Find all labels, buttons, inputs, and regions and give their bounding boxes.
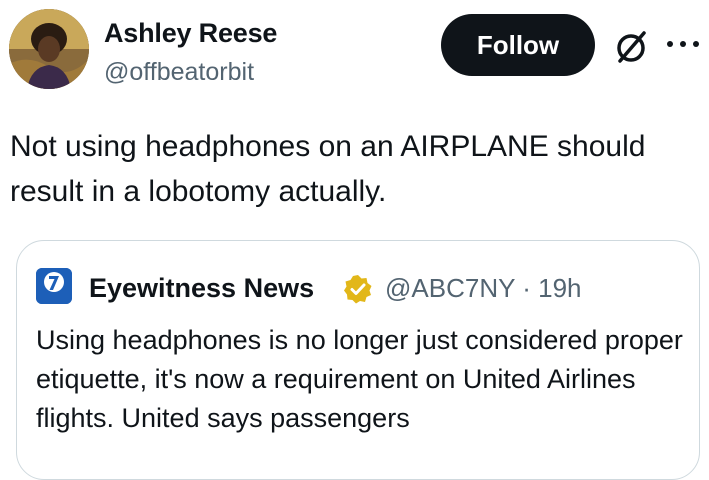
follow-button[interactable]: Follow	[441, 14, 595, 76]
avatar-photo	[9, 9, 89, 89]
grok-icon[interactable]	[612, 28, 652, 66]
quoted-author-name[interactable]: Eyewitness News	[89, 273, 314, 304]
more-options-icon[interactable]	[664, 38, 702, 50]
tweet-text: Not using headphones on an AIRPLANE shou…	[10, 130, 646, 208]
abc7ny-logo[interactable]	[36, 268, 72, 304]
abc7ny-logo-mark	[36, 268, 72, 304]
author-name[interactable]: Ashley Reese	[104, 18, 277, 49]
quoted-author-handle[interactable]: @ABC7NY	[385, 273, 515, 303]
author-handle[interactable]: @offbeatorbit	[104, 58, 254, 87]
author-avatar[interactable]	[9, 9, 89, 89]
meta-separator: ·	[522, 273, 531, 303]
quoted-author-meta: @ABC7NY · 19h	[385, 273, 582, 304]
quoted-tweet-text: Using headphones is no longer just consi…	[36, 325, 683, 433]
quoted-timestamp[interactable]: 19h	[538, 273, 581, 303]
verified-badge-icon	[344, 275, 372, 304]
quoted-tweet-card[interactable]: Eyewitness News @ABC7NY · 19h Using head…	[16, 240, 700, 480]
